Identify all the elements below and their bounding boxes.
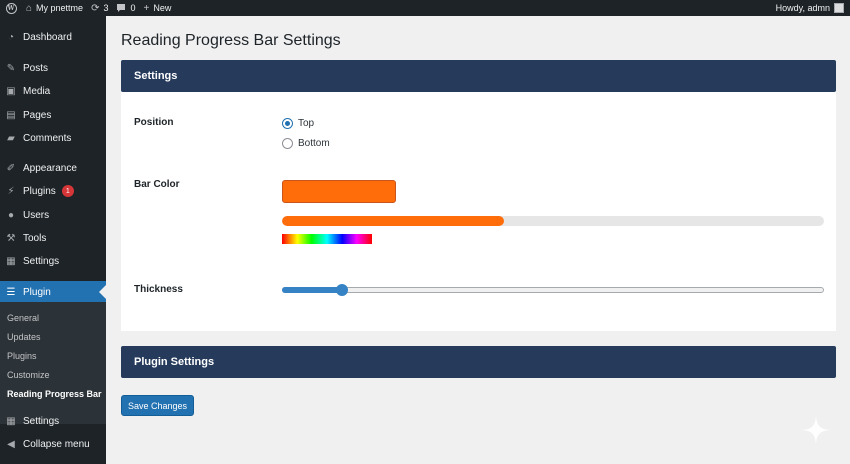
submenu-item-updates[interactable]: Updates bbox=[7, 332, 41, 342]
plug-icon: ⚡ bbox=[7, 185, 15, 197]
settings-panel-header: Settings bbox=[121, 60, 836, 92]
sidebar-item-label: Settings bbox=[23, 255, 60, 267]
site-name-link[interactable]: ⌂ My pnettme bbox=[22, 0, 87, 16]
comments-count: 0 bbox=[130, 3, 136, 13]
radio-label-bottom: Bottom bbox=[298, 138, 330, 149]
submenu-item-reading-progress-bar[interactable]: Reading Progress Bar bbox=[7, 389, 102, 399]
sidebar-item-label: Collapse menu bbox=[23, 438, 90, 450]
wordpress-logo-icon[interactable]: W bbox=[0, 0, 22, 16]
sidebar-item-plugin[interactable]: ☰ Plugin bbox=[0, 281, 106, 303]
sidebar-item-media[interactable]: ▣ Media bbox=[0, 80, 106, 102]
sidebar-item-label: Settings bbox=[23, 415, 60, 427]
settings-heading: Settings bbox=[134, 70, 178, 82]
sidebar-item-dashboard[interactable]: ◔ Dashboard bbox=[0, 26, 106, 48]
comment-bubble-icon bbox=[117, 4, 126, 12]
page-icon: ▤ bbox=[6, 109, 16, 121]
plus-icon: + bbox=[143, 2, 150, 14]
radio-dot[interactable] bbox=[282, 138, 293, 149]
hue-picker-strip[interactable] bbox=[282, 234, 372, 244]
sidebar-item-label: Posts bbox=[23, 62, 49, 74]
plugin-submenu: General Updates Plugins Customize Readin… bbox=[0, 302, 106, 424]
new-content-link[interactable]: + New bbox=[140, 0, 176, 16]
sidebar-item-plugins[interactable]: ⚡ Plugins 1 bbox=[0, 180, 106, 202]
sidebar-item-label: Plugin bbox=[23, 286, 51, 298]
user-icon: ● bbox=[7, 209, 15, 221]
thickness-label: Thickness bbox=[134, 284, 183, 295]
save-changes-button[interactable]: Save Changes bbox=[121, 395, 194, 416]
brush-icon: ✐ bbox=[6, 162, 16, 174]
updates-link[interactable]: ⟳ 3 bbox=[87, 0, 112, 16]
sliders-icon: ☰ bbox=[6, 286, 16, 298]
comment-icon: ▰ bbox=[7, 132, 15, 144]
plugin-settings-panel-header[interactable]: Plugin Settings bbox=[121, 346, 836, 378]
settings-panel-body bbox=[121, 92, 836, 331]
radio-label-top: Top bbox=[298, 118, 315, 129]
sidebar-item-label: Plugins bbox=[23, 185, 56, 197]
media-icon: ▣ bbox=[6, 85, 16, 97]
sidebar-item-label: Media bbox=[23, 85, 51, 97]
radio-dot[interactable] bbox=[282, 118, 293, 129]
sidebar-item-tools[interactable]: ⚒ Tools bbox=[0, 227, 106, 249]
wrench-icon: ⚒ bbox=[6, 232, 16, 244]
admin-sidebar: ◔ Dashboard ✎ Posts ▣ Media ▤ Pages ▰ Co… bbox=[0, 16, 106, 464]
comments-link[interactable]: 0 bbox=[112, 0, 139, 16]
sidebar-item-label: Users bbox=[23, 209, 50, 221]
sidebar-item-label: Dashboard bbox=[23, 31, 72, 43]
account-menu[interactable]: Howdy, admn bbox=[776, 3, 850, 13]
sidebar-item-label: Tools bbox=[23, 232, 47, 244]
sidebar-item-label: Appearance bbox=[23, 162, 77, 174]
sidebar-item-settings-lower[interactable]: ▦ Settings bbox=[0, 410, 106, 432]
admin-bar: W ⌂ My pnettme ⟳ 3 0 + New Howdy, admn bbox=[0, 0, 850, 16]
site-name: My pnettme bbox=[36, 3, 84, 13]
submenu-item-general[interactable]: General bbox=[7, 313, 39, 323]
avatar bbox=[834, 3, 844, 13]
collapse-menu-button[interactable]: ◀ Collapse menu bbox=[0, 433, 106, 455]
progress-preview-fill bbox=[282, 216, 505, 226]
sidebar-item-pages[interactable]: ▤ Pages bbox=[0, 104, 106, 126]
sidebar-item-settings[interactable]: ▦ Settings bbox=[0, 250, 106, 272]
sidebar-item-users[interactable]: ● Users bbox=[0, 204, 106, 226]
settings-icon: ▦ bbox=[6, 255, 16, 267]
dashboard-icon: ◔ bbox=[7, 31, 15, 43]
sparkle-icon bbox=[802, 416, 830, 444]
pin-icon: ✎ bbox=[6, 62, 16, 74]
settings-icon: ▦ bbox=[6, 415, 16, 427]
plugin-settings-heading: Plugin Settings bbox=[134, 356, 215, 368]
plugin-update-badge: 1 bbox=[61, 185, 74, 197]
position-label: Position bbox=[134, 117, 174, 128]
refresh-icon: ⟳ bbox=[91, 2, 100, 14]
submenu-item-plugins[interactable]: Plugins bbox=[7, 351, 37, 361]
sidebar-item-label: Comments bbox=[23, 132, 72, 144]
sidebar-item-comments[interactable]: ▰ Comments bbox=[0, 127, 106, 149]
updates-count: 3 bbox=[103, 3, 109, 13]
greeting: Howdy, admn bbox=[775, 3, 830, 13]
thickness-slider-track[interactable] bbox=[282, 287, 824, 293]
thickness-slider-fill bbox=[282, 287, 342, 293]
sidebar-item-appearance[interactable]: ✐ Appearance bbox=[0, 157, 106, 179]
submenu-item-customize[interactable]: Customize bbox=[7, 370, 50, 380]
sidebar-item-posts[interactable]: ✎ Posts bbox=[0, 57, 106, 79]
position-radio-top[interactable]: Top bbox=[282, 118, 314, 129]
progress-preview-track bbox=[282, 216, 824, 226]
sidebar-item-label: Pages bbox=[23, 109, 52, 121]
position-radio-bottom[interactable]: Bottom bbox=[282, 138, 330, 149]
bar-color-swatch[interactable] bbox=[282, 180, 396, 203]
thickness-slider-thumb[interactable] bbox=[335, 284, 348, 296]
bar-color-label: Bar Color bbox=[134, 179, 180, 190]
collapse-icon: ◀ bbox=[7, 438, 15, 450]
home-icon: ⌂ bbox=[26, 2, 33, 14]
new-label: New bbox=[153, 3, 172, 13]
page-title: Reading Progress Bar Settings bbox=[121, 32, 341, 49]
